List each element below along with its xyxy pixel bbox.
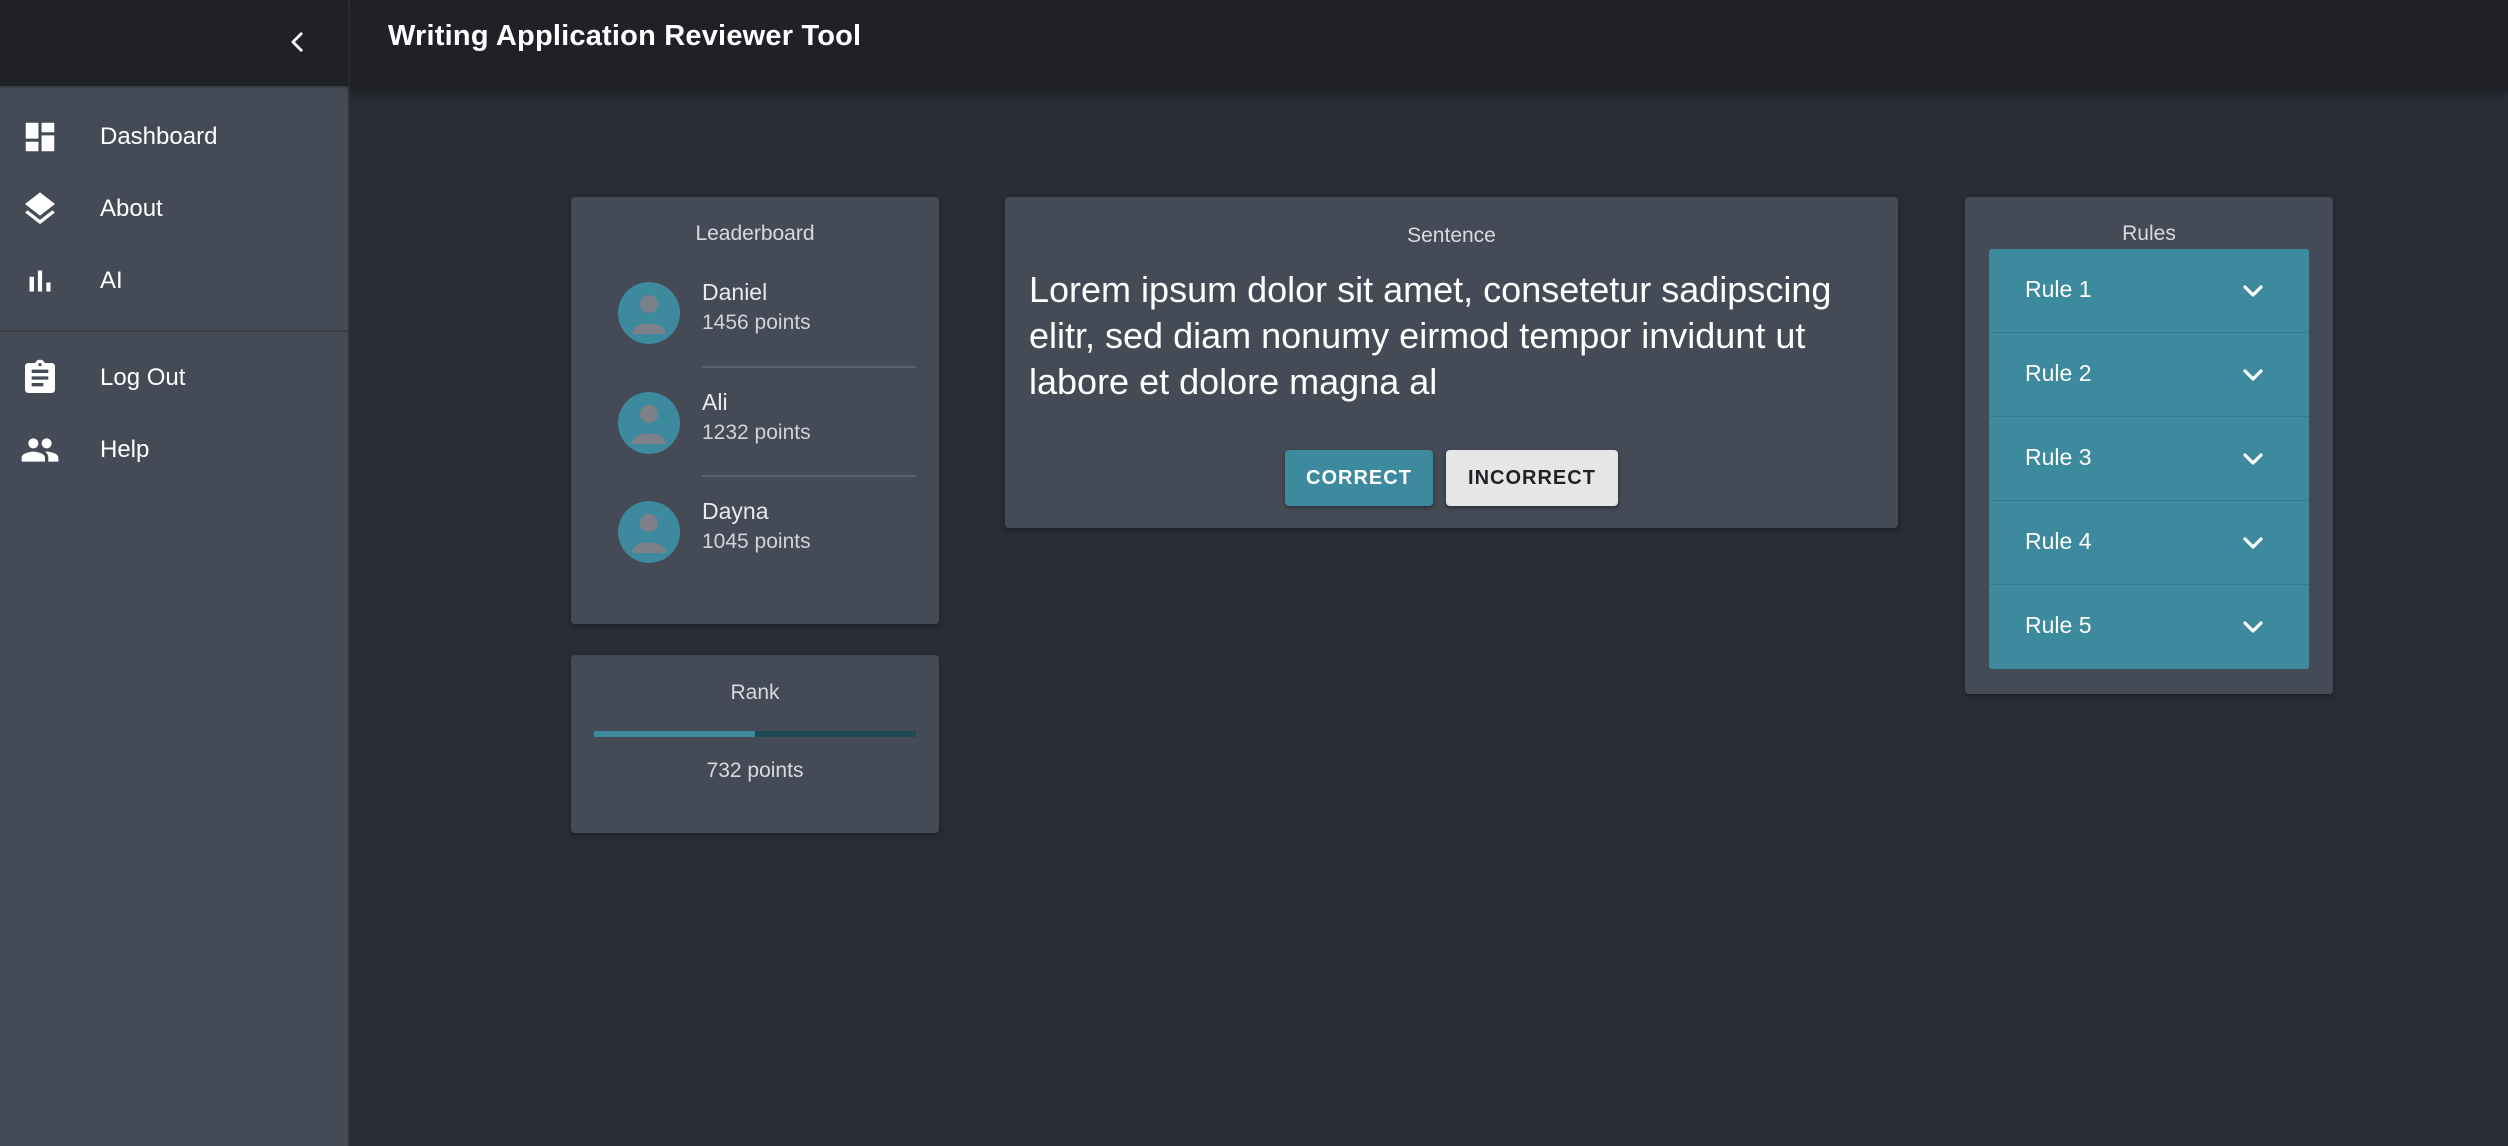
sidebar: Dashboard About AI Log Out Help xyxy=(0,0,350,1146)
rules-title: Rules xyxy=(2122,222,2176,245)
rule-label: Rule 4 xyxy=(2025,528,2092,554)
rule-item[interactable]: Rule 1 xyxy=(1989,249,2309,333)
sidebar-item-help[interactable]: Help xyxy=(0,414,348,486)
leaderboard-divider xyxy=(702,366,916,368)
leaderboard-points: 1456 points xyxy=(702,311,811,334)
rule-item[interactable]: Rule 2 xyxy=(1989,333,2309,417)
leaderboard-entry: Daniel 1456 points xyxy=(571,279,939,389)
rule-item[interactable]: Rule 4 xyxy=(1989,501,2309,585)
collapse-sidebar-button[interactable] xyxy=(276,20,320,64)
rank-points: 732 points xyxy=(706,759,804,782)
app-title: Writing Application Reviewer Tool xyxy=(388,20,862,52)
bar-chart-icon xyxy=(20,261,60,301)
leaderboard-divider xyxy=(702,475,916,477)
sidebar-divider xyxy=(0,330,348,332)
leaderboard-card: Leaderboard Daniel 1456 points Ali 1232 … xyxy=(571,197,939,624)
chevron-left-icon xyxy=(291,32,303,52)
clipboard-icon xyxy=(20,358,60,398)
leaderboard-name: Daniel xyxy=(702,279,768,305)
chevron-down-icon xyxy=(2243,453,2263,465)
avatar xyxy=(618,392,680,454)
sidebar-header xyxy=(0,0,348,88)
incorrect-button[interactable]: INCORRECT xyxy=(1446,450,1618,506)
leaderboard-name: Ali xyxy=(702,389,728,415)
person-icon xyxy=(632,295,666,334)
chevron-down-icon xyxy=(2243,621,2263,633)
sentence-text: Lorem ipsum dolor sit amet, consetetur s… xyxy=(1029,269,1832,402)
rank-card: Rank 732 points xyxy=(571,655,939,833)
avatar xyxy=(618,501,680,563)
person-icon xyxy=(632,514,666,553)
sidebar-item-ai[interactable]: AI xyxy=(0,245,348,317)
sidebar-item-label: Dashboard xyxy=(100,123,218,150)
rules-card: Rules Rule 1 Rule 2 Rule 3 Rule 4 Rule 5 xyxy=(1965,197,2333,694)
dashboard-icon xyxy=(20,117,60,157)
rule-item[interactable]: Rule 5 xyxy=(1989,585,2309,669)
rule-label: Rule 1 xyxy=(2025,276,2092,302)
top-app-bar: Writing Application Reviewer Tool xyxy=(350,0,2508,90)
sidebar-item-label: Log Out xyxy=(100,364,186,391)
sentence-title: Sentence xyxy=(1407,224,1496,247)
rule-item[interactable]: Rule 3 xyxy=(1989,417,2309,501)
leaderboard-entry: Ali 1232 points xyxy=(571,389,939,499)
sidebar-item-dashboard[interactable]: Dashboard xyxy=(0,101,348,173)
chevron-down-icon xyxy=(2243,369,2263,381)
sidebar-item-about[interactable]: About xyxy=(0,173,348,245)
sentence-card: Sentence Lorem ipsum dolor sit amet, con… xyxy=(1005,197,1898,528)
avatar xyxy=(618,282,680,344)
layers-icon xyxy=(20,189,60,229)
rules-accordion: Rule 1 Rule 2 Rule 3 Rule 4 Rule 5 xyxy=(1989,249,2309,669)
rank-progress-bar xyxy=(594,731,916,737)
leaderboard-name: Dayna xyxy=(702,498,769,524)
chevron-down-icon xyxy=(2243,537,2263,549)
leaderboard-points: 1232 points xyxy=(702,421,811,444)
rule-label: Rule 3 xyxy=(2025,444,2092,470)
people-icon xyxy=(20,430,60,470)
rule-label: Rule 5 xyxy=(2025,612,2092,638)
sidebar-item-label: About xyxy=(100,195,163,222)
sidebar-item-label: AI xyxy=(100,267,123,294)
sidebar-item-log-out[interactable]: Log Out xyxy=(0,342,348,414)
rank-title: Rank xyxy=(730,681,780,704)
chevron-down-icon xyxy=(2243,285,2263,297)
sidebar-item-label: Help xyxy=(100,436,150,463)
leaderboard-points: 1045 points xyxy=(702,530,811,553)
rule-label: Rule 2 xyxy=(2025,360,2092,386)
correct-button[interactable]: CORRECT xyxy=(1285,450,1433,506)
leaderboard-title: Leaderboard xyxy=(695,222,815,245)
leaderboard-entry: Dayna 1045 points xyxy=(571,498,939,608)
person-icon xyxy=(632,405,666,444)
rank-progress-fill xyxy=(594,731,755,737)
